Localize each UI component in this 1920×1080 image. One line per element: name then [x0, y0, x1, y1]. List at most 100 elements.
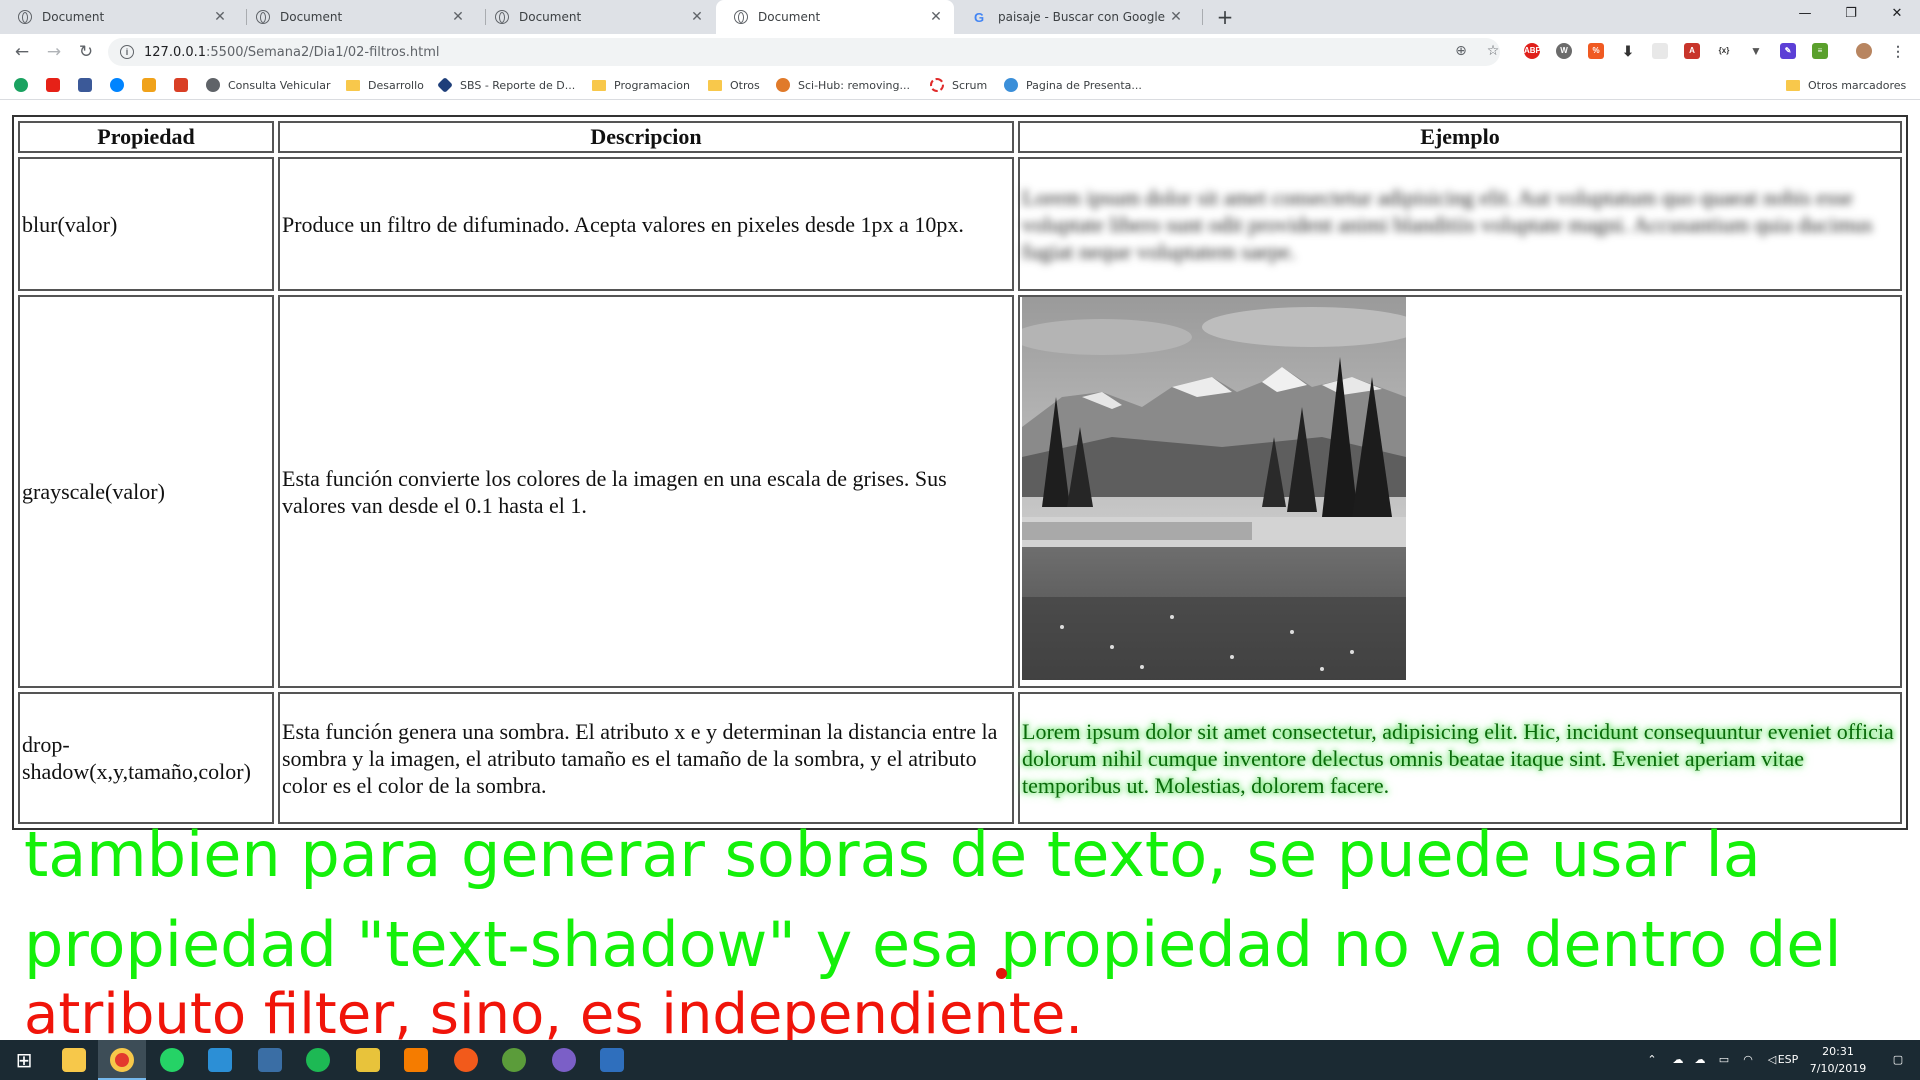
propiedad-cell: grayscale(valor) [18, 295, 274, 688]
url-host: 127.0.0.1 [144, 44, 207, 60]
bookmark-app[interactable] [14, 77, 36, 93]
new-tab-icon[interactable]: + [1212, 5, 1238, 29]
browser-tab[interactable]: Document ✕ [477, 0, 715, 34]
info-icon[interactable]: i [120, 45, 134, 59]
bookmark-pagina[interactable]: Pagina de Presenta... [1004, 77, 1142, 93]
wordpress-extension-icon[interactable]: W [1556, 43, 1572, 59]
system-clock[interactable]: 20:31 7/10/2019 [1800, 1043, 1876, 1077]
filters-table: Propiedad Descripcion Ejemplo blur(valor… [12, 115, 1908, 830]
grayscale-landscape-image [1022, 297, 1406, 680]
bookmark-scrum[interactable]: Scrum [930, 77, 987, 93]
download-extension-icon[interactable]: ⬇ [1620, 43, 1636, 59]
tab-title: paisaje - Buscar con Google [998, 10, 1166, 24]
bookmark-folder-otros[interactable]: Otros [708, 77, 760, 93]
notification-icon[interactable]: ▢ [1888, 1052, 1908, 1068]
bookmark-label: Otros [730, 78, 760, 92]
bookmark-youtube[interactable] [46, 77, 68, 93]
bookmark-label: SBS - Reporte de D... [460, 78, 576, 92]
bookmark-star-icon[interactable]: ☆ [1484, 42, 1502, 60]
spotify-icon[interactable] [306, 1048, 330, 1072]
percent-extension-icon[interactable]: % [1588, 43, 1604, 59]
close-icon[interactable]: ✕ [450, 9, 466, 25]
browser-tab[interactable]: G paisaje - Buscar con Google ✕ [956, 0, 1194, 34]
bookmarks-bar: Consulta Vehicular Desarrollo SBS - Repo… [0, 70, 1920, 100]
zoom-icon[interactable]: ⊕ [1452, 42, 1470, 60]
bookmark-label: Otros marcadores [1808, 78, 1907, 92]
avatar[interactable] [1856, 43, 1872, 59]
bookmark-sbs[interactable]: SBS - Reporte de D... [437, 77, 576, 93]
bookmark-facebook[interactable] [78, 77, 100, 93]
tab-title: Document [280, 10, 343, 24]
reload-icon[interactable]: ↻ [74, 40, 98, 64]
whatsapp-icon[interactable] [160, 1048, 184, 1072]
facebook-icon [78, 78, 92, 92]
messenger-icon [110, 78, 124, 92]
chrome-icon[interactable] [110, 1048, 134, 1072]
app-icon[interactable] [356, 1048, 380, 1072]
browser-tab[interactable]: Document ✕ [0, 0, 238, 34]
vue-extension-icon[interactable]: ▼ [1748, 43, 1764, 59]
globe-icon [18, 10, 32, 24]
back-icon[interactable]: ← [10, 40, 34, 64]
pdf-extension-icon[interactable]: A [1684, 43, 1700, 59]
restore-icon[interactable]: ❐ [1828, 0, 1874, 30]
close-icon[interactable]: ✕ [1168, 9, 1184, 25]
app-icon [14, 78, 28, 92]
close-icon[interactable]: ✕ [928, 9, 944, 25]
onedrive-icon[interactable]: ☁ [1670, 1052, 1686, 1068]
propiedad-cell: blur(valor) [18, 157, 274, 291]
close-icon[interactable]: ✕ [212, 9, 228, 25]
blank-extension-icon[interactable] [1652, 43, 1668, 59]
forward-icon[interactable]: → [42, 40, 66, 64]
bookmark-consulta-vehicular[interactable]: Consulta Vehicular [206, 77, 331, 93]
file-explorer-icon[interactable] [62, 1048, 86, 1072]
ejemplo-cell: Lorem ipsum dolor sit amet consectetur a… [1018, 157, 1902, 291]
sheet-extension-icon[interactable]: ≡ [1812, 43, 1828, 59]
chevron-up-icon[interactable]: ⌃ [1644, 1052, 1660, 1068]
bookmark-scihub[interactable]: Sci-Hub: removing... [776, 77, 910, 93]
windows-start-icon[interactable]: ⊞ [12, 1048, 36, 1072]
android-studio-icon[interactable] [502, 1048, 526, 1072]
xampp-icon[interactable] [404, 1048, 428, 1072]
close-icon[interactable]: ✕ [689, 9, 705, 25]
minimize-icon[interactable]: — [1782, 0, 1828, 30]
close-window-icon[interactable]: ✕ [1874, 0, 1920, 30]
menu-icon[interactable]: ⋮ [1890, 43, 1906, 59]
globe-icon [1004, 78, 1018, 92]
bookmark-messenger[interactable] [110, 77, 132, 93]
vscode-icon[interactable] [208, 1048, 232, 1072]
bookmark-otros-marcadores[interactable]: Otros marcadores [1786, 77, 1906, 93]
descripcion-cell: Esta función genera una sombra. El atrib… [278, 692, 1014, 824]
youtube-icon [46, 78, 60, 92]
cloud-icon[interactable]: ☁ [1692, 1052, 1708, 1068]
browser-tab-active[interactable]: Document ✕ [716, 0, 954, 34]
descripcion-cell: Produce un filtro de difuminado. Acepta … [278, 157, 1014, 291]
folder-icon [708, 79, 722, 91]
bookmark-site-icon [142, 78, 156, 92]
postman-icon[interactable] [454, 1048, 478, 1072]
address-bar[interactable]: i 127.0.0.1:5500/Semana2/Dia1/02-filtros… [108, 38, 1500, 66]
globe-icon [206, 78, 220, 92]
bookmark-label: Sci-Hub: removing... [798, 78, 910, 92]
devtools-extension-icon[interactable]: ✎ [1780, 43, 1796, 59]
table-row: blur(valor) Produce un filtro de difumin… [18, 157, 1902, 291]
adblock-extension-icon[interactable]: ABP [1524, 43, 1541, 59]
app-icon[interactable] [258, 1048, 282, 1072]
wifi-icon[interactable]: ◠ [1740, 1052, 1756, 1068]
battery-icon[interactable]: ▭ [1716, 1052, 1732, 1068]
tab-strip: Document ✕ Document ✕ Document ✕ Documen… [0, 0, 1920, 34]
bookmark-label: Programacion [614, 78, 690, 92]
app-icon[interactable] [552, 1048, 576, 1072]
bookmark-folder-programacion[interactable]: Programacion [592, 77, 690, 93]
table-row: drop-shadow(x,y,tamaño,color) Esta funci… [18, 692, 1902, 824]
browser-tab[interactable]: Document ✕ [238, 0, 476, 34]
folder-icon [1786, 79, 1800, 91]
globe-icon [734, 10, 748, 24]
powershell-icon[interactable] [600, 1048, 624, 1072]
annotation-line-3: atributo filter, sino, es independiente. [24, 982, 1084, 1047]
bookmark-orange[interactable] [142, 77, 164, 93]
google-icon: G [974, 10, 985, 25]
json-extension-icon[interactable]: {x} [1716, 43, 1732, 59]
bookmark-folder-desarrollo[interactable]: Desarrollo [346, 77, 424, 93]
bookmark-mail[interactable] [174, 77, 196, 93]
